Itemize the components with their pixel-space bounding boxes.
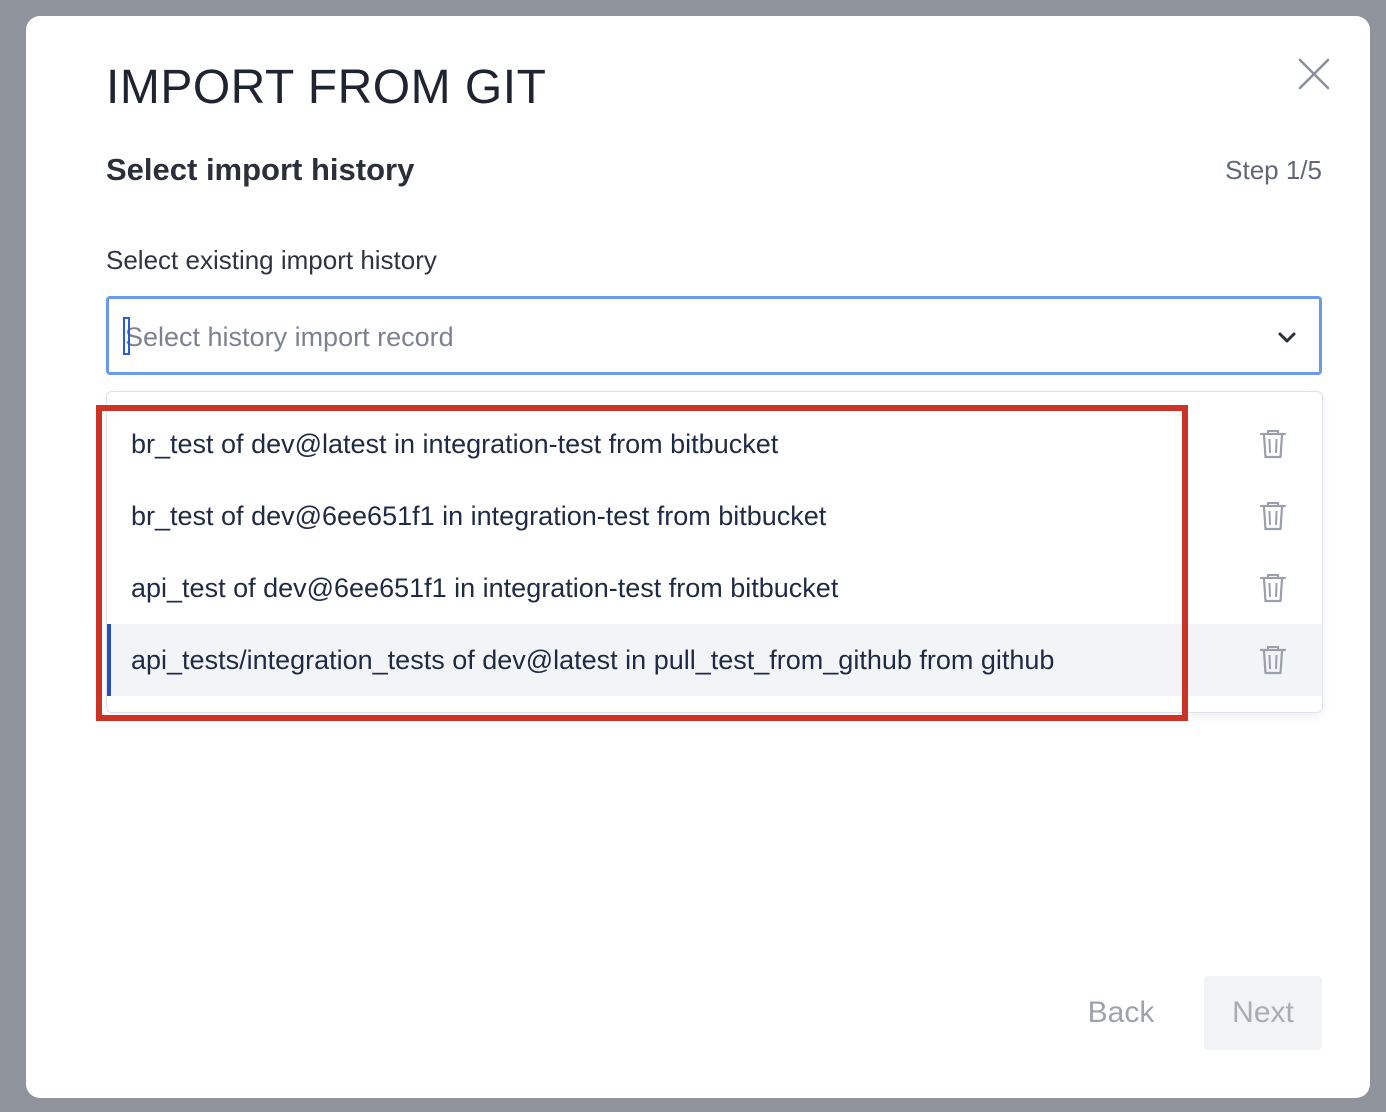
history-option-label: api_test of dev@6ee651f1 in integration-… <box>131 573 839 603</box>
history-option[interactable]: api_test of dev@6ee651f1 in integration-… <box>107 552 1322 624</box>
trash-icon[interactable] <box>1259 644 1287 676</box>
history-option-active[interactable]: api_tests/integration_tests of dev@lates… <box>107 624 1322 696</box>
history-field-label: Select existing import history <box>106 245 437 275</box>
close-button[interactable] <box>1296 56 1332 92</box>
chevron-down-icon[interactable] <box>1275 325 1299 349</box>
history-select[interactable]: Select history import record <box>106 296 1322 375</box>
close-icon <box>1298 58 1330 90</box>
trash-icon[interactable] <box>1259 572 1287 604</box>
import-from-git-modal: IMPORT FROM GIT Select import history St… <box>26 16 1370 1098</box>
modal-title: IMPORT FROM GIT <box>106 61 547 114</box>
history-option-label: api_tests/integration_tests of dev@lates… <box>131 645 1055 675</box>
history-dropdown-menu: br_test of dev@latest in integration-tes… <box>106 391 1323 713</box>
history-option[interactable]: br_test of dev@6ee651f1 in integration-t… <box>107 480 1322 552</box>
next-button[interactable]: Next <box>1204 976 1322 1050</box>
history-option[interactable]: br_test of dev@latest in integration-tes… <box>107 408 1322 480</box>
back-button[interactable]: Back <box>1068 976 1174 1050</box>
trash-icon[interactable] <box>1259 428 1287 460</box>
step-indicator: Step 1/5 <box>1225 155 1322 185</box>
history-option-label: br_test of dev@6ee651f1 in integration-t… <box>131 501 827 531</box>
text-cursor <box>123 317 130 355</box>
section-title: Select import history <box>106 152 415 187</box>
trash-icon[interactable] <box>1259 500 1287 532</box>
select-placeholder: Select history import record <box>125 322 454 352</box>
history-option-label: br_test of dev@latest in integration-tes… <box>131 429 779 459</box>
